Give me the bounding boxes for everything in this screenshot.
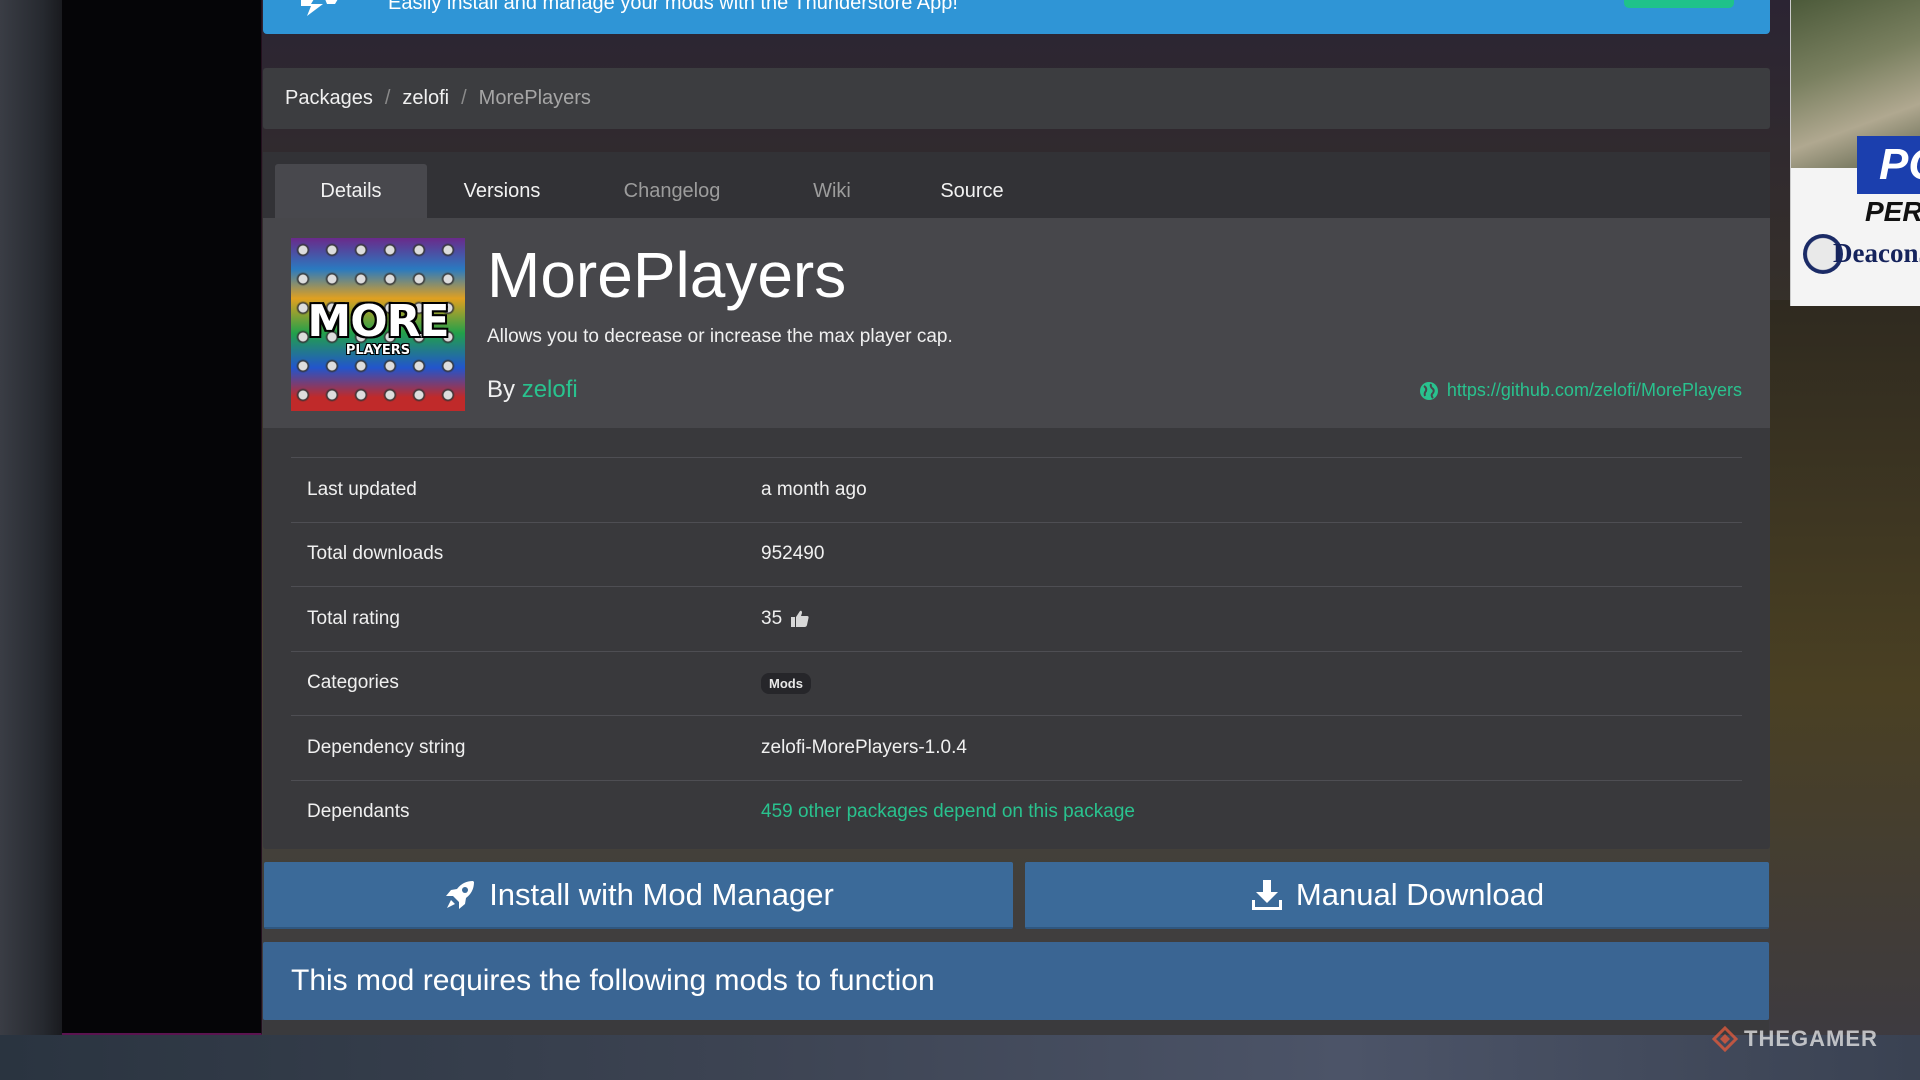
detail-value: a month ago xyxy=(761,478,867,500)
package-icon-subtext: PLAYERS xyxy=(345,343,411,358)
details-table: Last updated a month ago Total downloads… xyxy=(291,457,1742,844)
background-bottom xyxy=(0,1035,1920,1080)
dependencies-body xyxy=(263,1020,1769,1035)
breadcrumb: Packages / zelofi / MorePlayers xyxy=(263,68,1770,129)
categories-value: Mods xyxy=(761,672,811,694)
download-button-label: Manual Download xyxy=(1295,876,1545,912)
package-header: MORE PLAYERS MorePlayers Allows you to d… xyxy=(263,218,1770,428)
dependants-link[interactable]: 459 other packages depend on this packag… xyxy=(761,801,1135,823)
author-link[interactable]: zelofi xyxy=(522,376,578,403)
tab-details[interactable]: Details xyxy=(275,164,427,218)
tab-wiki[interactable]: Wiki xyxy=(767,164,897,218)
globe-icon xyxy=(1419,381,1439,401)
dependencies-heading: This mod requires the following mods to … xyxy=(291,964,935,997)
table-row: Dependency string zelofi-MorePlayers-1.0… xyxy=(291,715,1742,780)
background-sidebar-dark xyxy=(62,0,262,1035)
package-icon-text: MORE xyxy=(307,296,449,347)
dependencies-header: This mod requires the following mods to … xyxy=(263,942,1769,1020)
detail-key: Categories xyxy=(307,672,399,694)
breadcrumb-current: MorePlayers xyxy=(478,87,591,109)
rating-value: 35 xyxy=(761,607,783,629)
package-title: MorePlayers xyxy=(487,239,847,311)
table-row: Total rating 35 xyxy=(291,586,1742,651)
tab-versions[interactable]: Versions xyxy=(427,164,577,218)
table-row: Categories Mods xyxy=(291,650,1742,716)
package-author-line: By zelofi xyxy=(487,376,578,404)
app-banner[interactable]: Easily install and manage your mods with… xyxy=(263,0,1770,34)
breadcrumb-author[interactable]: zelofi xyxy=(402,87,449,110)
package-icon: MORE PLAYERS xyxy=(291,238,465,411)
banner-text: Easily install and manage your mods with… xyxy=(388,0,958,14)
breadcrumb-packages[interactable]: Packages xyxy=(285,87,373,110)
table-row: Total downloads 952490 xyxy=(291,521,1742,587)
rating-value-wrap: 35 xyxy=(761,608,810,630)
table-row: Last updated a month ago xyxy=(291,457,1742,522)
package-card: Details Versions Changelog Wiki Source M… xyxy=(263,152,1770,849)
table-row: Dependants 459 other packages depend on … xyxy=(291,779,1742,845)
install-button-label: Install with Mod Manager xyxy=(489,876,834,912)
package-url[interactable]: https://github.com/zelofi/MorePlayers xyxy=(1447,380,1742,401)
package-website-link[interactable]: https://github.com/zelofi/MorePlayers xyxy=(1419,380,1742,401)
detail-key: Dependency string xyxy=(307,736,466,758)
watermark-text: THEGAMER xyxy=(1744,1026,1878,1051)
banner-get-app-button[interactable] xyxy=(1624,0,1734,8)
advertisement[interactable]: PO PER DeaconJo xyxy=(1790,0,1920,306)
detail-key: Last updated xyxy=(307,478,417,500)
category-badge[interactable]: Mods xyxy=(761,672,811,694)
tab-changelog[interactable]: Changelog xyxy=(577,164,767,218)
breadcrumb-separator: / xyxy=(461,87,467,109)
ad-brand: DeaconJo xyxy=(1833,238,1920,268)
thumbs-up-icon[interactable] xyxy=(790,609,810,629)
detail-value: 952490 xyxy=(761,543,825,565)
detail-key: Total rating xyxy=(307,607,400,629)
thegamer-logo-icon xyxy=(1712,1026,1738,1052)
ad-headline: PO xyxy=(1857,136,1920,194)
watermark: THEGAMER xyxy=(1712,1026,1878,1052)
rocket-icon xyxy=(443,878,477,912)
install-with-mod-manager-button[interactable]: Install with Mod Manager xyxy=(264,862,1013,929)
download-icon xyxy=(1250,878,1284,912)
detail-key: Total downloads xyxy=(307,543,444,565)
breadcrumb-separator: / xyxy=(384,87,391,109)
manual-download-button[interactable]: Manual Download xyxy=(1025,862,1769,929)
tab-bar: Details Versions Changelog Wiki Source xyxy=(263,152,1770,218)
thunderstore-logo-icon xyxy=(297,0,345,16)
background-right xyxy=(1770,300,1920,1080)
ad-subline: PER xyxy=(1865,196,1920,227)
dependency-string-value: zelofi-MorePlayers-1.0.4 xyxy=(761,736,967,758)
tab-source[interactable]: Source xyxy=(897,164,1047,218)
detail-key: Dependants xyxy=(307,801,410,823)
by-label: By xyxy=(487,376,516,403)
package-description: Allows you to decrease or increase the m… xyxy=(487,326,953,347)
